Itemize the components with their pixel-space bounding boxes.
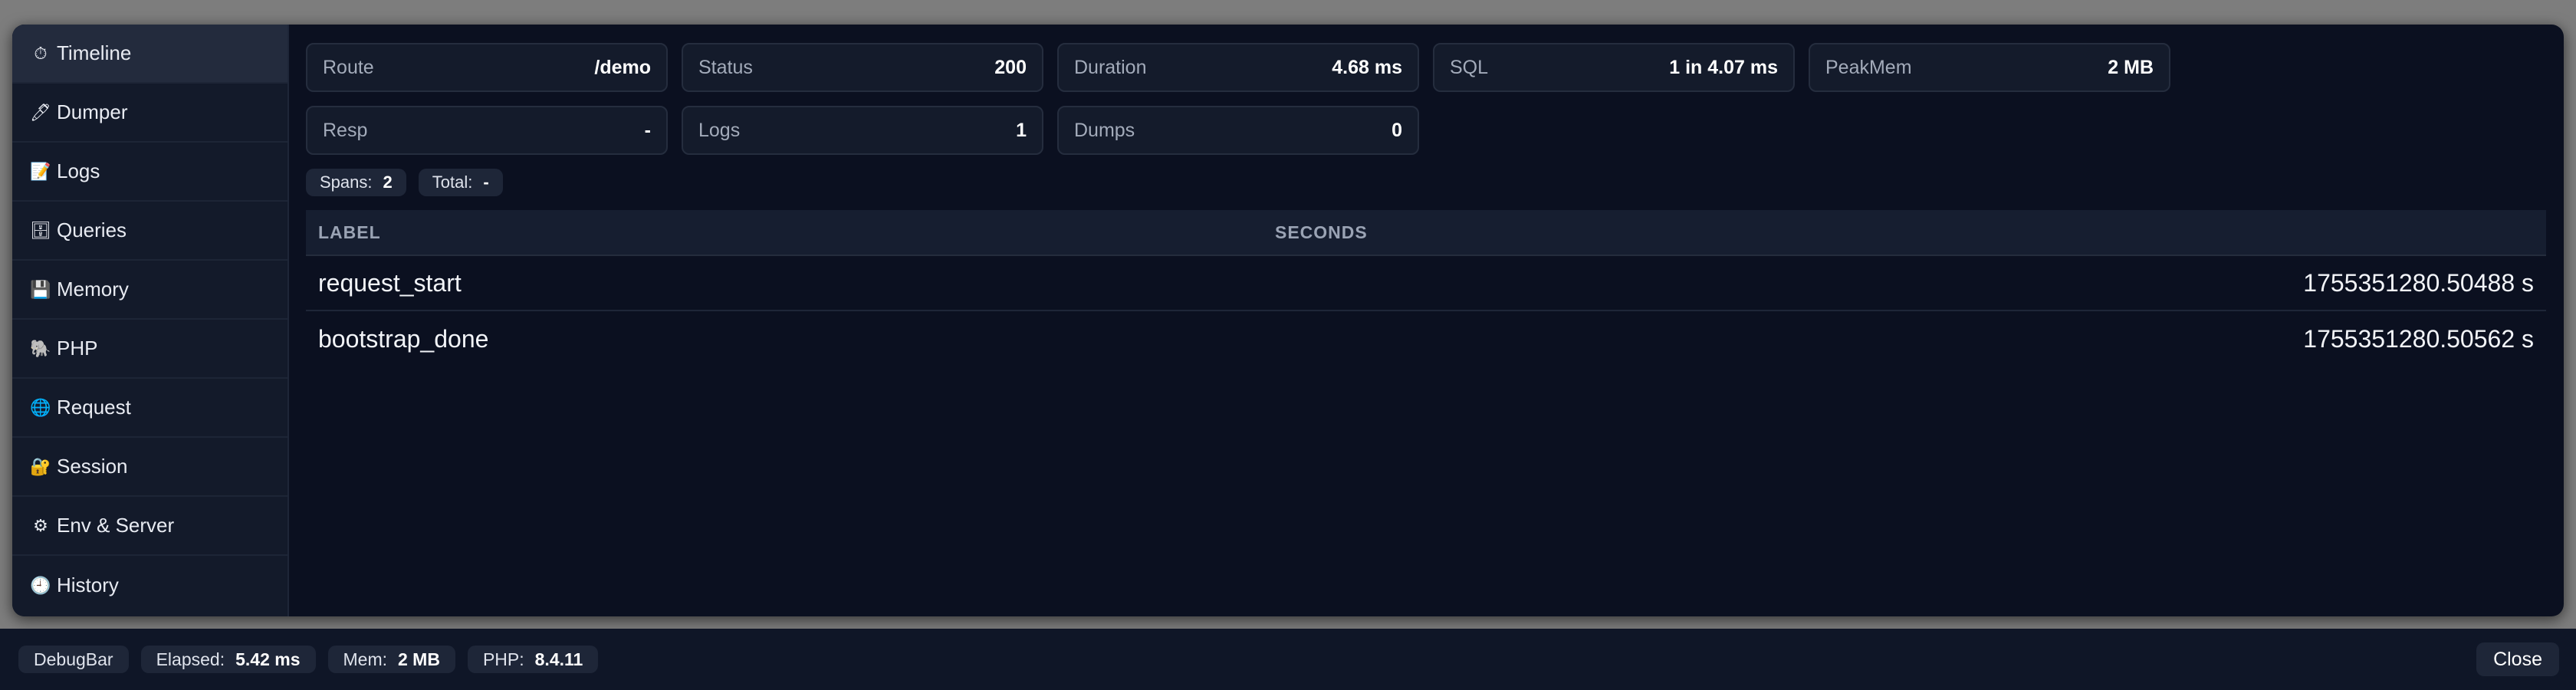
metric-label: Resp [323,119,368,141]
metric-value: /demo [594,56,651,78]
metric-peakmem: PeakMem 2 MB [1809,43,2170,92]
metric-duration: Duration 4.68 ms [1057,43,1419,92]
main-content: Route /demo Status 200 Duration 4.68 ms … [289,25,2564,616]
metric-resp: Resp - [306,106,668,155]
sidebar-item-label: Request [57,396,131,419]
sidebar-item-session[interactable]: 🔐 Session [12,438,288,497]
elephant-icon: 🐘 [30,338,51,358]
metric-logs: Logs 1 [682,106,1043,155]
debug-toolbar: DebugBar Elapsed: 5.42 ms Mem: 2 MB PHP:… [0,629,2576,690]
row-label: request_start [318,268,462,297]
metric-value: 2 MB [2108,56,2154,78]
sidebar: ⏱ Timeline 🖊 Dumper 📝 Logs 🗄 Queries 💾 M… [12,25,289,616]
stopwatch-icon: ⏱ [34,43,48,63]
timeline-table: LABEL SECONDS request_start 1755351280.5… [306,210,2546,366]
metric-label: Duration [1074,56,1147,78]
gear-icon: ⚙ [33,515,48,535]
metric-label: Dumps [1074,119,1135,141]
metric-label: Route [323,56,374,78]
elapsed-value: 5.42 ms [235,649,301,669]
mem-chip: Mem: 2 MB [327,646,455,673]
cabinet-icon: 🗄 [30,220,51,240]
sidebar-item-label: Dumper [57,100,128,123]
sidebar-item-timeline[interactable]: ⏱ Timeline [12,25,288,84]
mem-value: 2 MB [398,649,440,669]
sidebar-item-env-server[interactable]: ⚙ Env & Server [12,497,288,556]
sidebar-item-memory[interactable]: 💾 Memory [12,261,288,320]
spans-chip: Spans: 2 [306,169,406,196]
sidebar-item-label: Env & Server [57,514,175,537]
spans-value: 2 [383,172,393,192]
sidebar-item-request[interactable]: 🌐 Request [12,379,288,438]
floppy-disk-icon: 💾 [30,279,51,299]
sidebar-item-label: Session [57,455,128,478]
row-label: bootstrap_done [318,324,489,353]
php-value: 8.4.11 [534,649,583,669]
sidebar-item-label: PHP [57,337,98,360]
spans-label: Spans: [320,172,373,192]
sidebar-item-dumper[interactable]: 🖊 Dumper [12,84,288,143]
metric-value: 4.68 ms [1332,56,1402,78]
sidebar-item-label: Queries [57,219,127,242]
metrics-grid: Route /demo Status 200 Duration 4.68 ms … [306,43,2545,155]
span-chips: Spans: 2 Total: - [306,169,2547,196]
close-button[interactable]: Close [2476,642,2559,676]
sidebar-item-label: Memory [57,278,129,301]
mem-label: Mem: [343,649,388,669]
metric-label: Logs [698,119,741,141]
row-seconds: 1755351280.50488 s [2303,268,2534,297]
debug-panel: ⏱ Timeline 🖊 Dumper 📝 Logs 🗄 Queries 💾 M… [12,25,2564,616]
sidebar-item-label: History [57,573,119,596]
sidebar-item-label: Timeline [57,41,132,64]
sidebar-item-php[interactable]: 🐘 PHP [12,320,288,379]
metric-label: Status [698,56,753,78]
row-seconds: 1755351280.50562 s [2303,324,2534,353]
sidebar-item-queries[interactable]: 🗄 Queries [12,202,288,261]
sidebar-item-label: Logs [57,159,100,182]
metric-value: 1 in 4.07 ms [1669,56,1778,78]
table-row: bootstrap_done 1755351280.50562 s [306,311,2546,366]
brand-label: DebugBar [34,649,113,669]
metric-value: - [644,119,651,141]
metric-label: SQL [1450,56,1489,78]
globe-icon: 🌐 [30,397,51,417]
debugbar-brand-button[interactable]: DebugBar [18,646,129,673]
metric-value: 1 [1016,119,1027,141]
pen-icon: 🖊 [30,102,51,122]
metric-status: Status 200 [682,43,1043,92]
elapsed-chip: Elapsed: 5.42 ms [140,646,316,673]
php-label: PHP: [482,649,524,669]
table-row: request_start 1755351280.50488 s [306,256,2546,311]
column-header-seconds: SECONDS [1275,222,1368,242]
sidebar-item-history[interactable]: 🕘 History [12,556,288,615]
total-label: Total: [432,172,473,192]
elapsed-label: Elapsed: [156,649,225,669]
lock-key-icon: 🔐 [30,456,51,476]
total-chip: Total: - [418,169,503,196]
metric-value: 200 [994,56,1027,78]
column-header-label: LABEL [318,222,381,242]
memo-icon: 📝 [30,161,51,181]
php-chip: PHP: 8.4.11 [467,646,599,673]
metric-label: PeakMem [1825,56,1912,78]
clock-icon: 🕘 [30,575,51,595]
metric-route: Route /demo [306,43,668,92]
metric-dumps: Dumps 0 [1057,106,1419,155]
total-value: - [483,172,489,192]
metric-sql: SQL 1 in 4.07 ms [1433,43,1795,92]
sidebar-item-logs[interactable]: 📝 Logs [12,143,288,202]
metric-value: 0 [1392,119,1402,141]
table-header: LABEL SECONDS [306,210,2546,256]
